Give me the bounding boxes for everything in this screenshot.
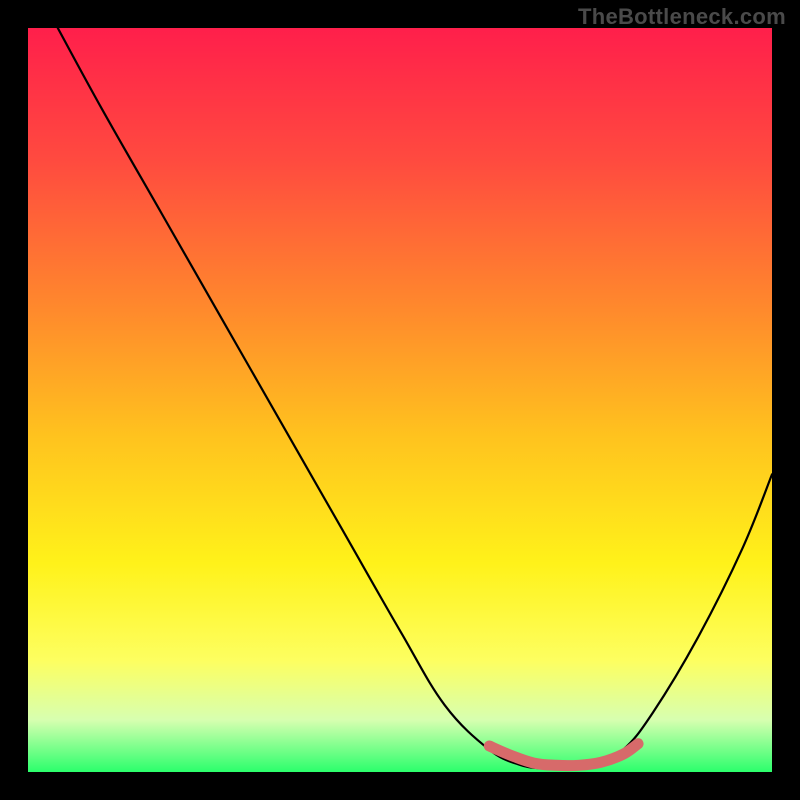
- gradient-background: [28, 28, 772, 772]
- band-endpoint: [634, 739, 643, 748]
- band-endpoint: [485, 741, 494, 750]
- chart-frame: TheBottleneck.com: [0, 0, 800, 800]
- watermark-text: TheBottleneck.com: [578, 4, 786, 30]
- bottleneck-plot: [28, 28, 772, 772]
- plot-svg: [28, 28, 772, 772]
